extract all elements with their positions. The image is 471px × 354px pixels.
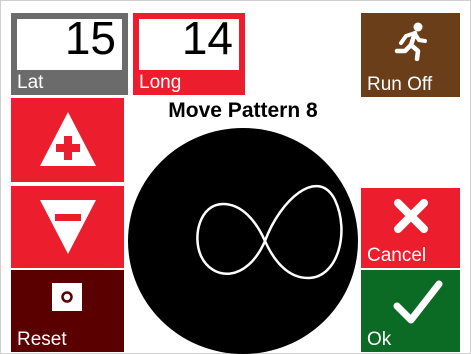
running-person-icon xyxy=(394,22,427,61)
lat-value-box[interactable]: 15 xyxy=(11,13,128,73)
lat-value: 15 xyxy=(64,12,116,64)
long-label: Long xyxy=(133,70,245,95)
pattern-title: Move Pattern 8 xyxy=(168,99,318,122)
reset-label: Reset xyxy=(17,329,67,350)
reset-button[interactable]: Reset xyxy=(11,270,124,352)
checkmark-icon xyxy=(393,280,443,324)
run-off-button[interactable]: Run Off xyxy=(361,13,460,97)
run-off-label: Run Off xyxy=(367,74,433,95)
minus-triangle-down-icon xyxy=(40,200,96,254)
center-dot-icon xyxy=(52,283,82,311)
plus-triangle-up-icon xyxy=(40,112,96,166)
ok-button[interactable]: Ok xyxy=(361,270,460,352)
x-icon xyxy=(394,199,428,233)
pattern-preview xyxy=(128,128,358,354)
lat-label: Lat xyxy=(11,70,128,95)
cancel-button[interactable]: Cancel xyxy=(361,188,460,268)
increase-button[interactable] xyxy=(11,98,124,182)
decrease-button[interactable] xyxy=(11,186,124,268)
pattern-disc xyxy=(128,128,358,354)
cancel-label: Cancel xyxy=(367,245,427,266)
ok-label: Ok xyxy=(367,329,392,350)
long-value-box[interactable]: 14 xyxy=(133,13,245,73)
long-value: 14 xyxy=(181,12,233,64)
